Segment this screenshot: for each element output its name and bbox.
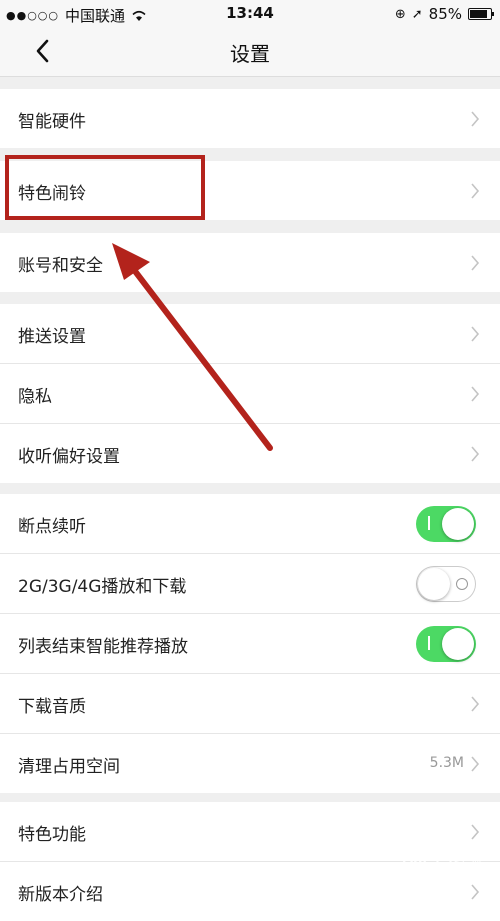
auto-recommend-toggle[interactable] — [416, 626, 476, 662]
row-smart-hardware[interactable]: 智能硬件 — [0, 89, 500, 148]
row-label: 2G/3G/4G播放和下载 — [18, 577, 187, 597]
row-label: 隐私 — [18, 387, 52, 407]
page-title: 设置 — [230, 42, 270, 66]
chevron-right-icon — [471, 183, 480, 199]
status-bar: ●●○○○ 中国联通 13:44 ⊕ ➚ 85% — [0, 0, 500, 28]
row-label: 列表结束智能推荐播放 — [18, 637, 188, 657]
rotation-lock-icon: ⊕ — [394, 6, 406, 22]
row-download-quality[interactable]: 下载音质 — [0, 674, 500, 734]
chevron-right-icon — [471, 255, 480, 271]
chevron-right-icon — [471, 696, 480, 712]
settings-group: 推送设置 隐私 收听偏好设置 — [0, 304, 500, 483]
row-label: 账号和安全 — [18, 256, 103, 276]
settings-group: 账号和安全 — [0, 233, 500, 292]
row-label: 新版本介绍 — [18, 885, 103, 905]
nav-bar: 设置 — [0, 28, 500, 77]
row-auto-recommend: 列表结束智能推荐播放 — [0, 614, 500, 674]
battery-percent: 85% — [428, 5, 462, 23]
row-label: 下载音质 — [18, 697, 86, 717]
row-resume-playback: 断点续听 — [0, 494, 500, 554]
row-label: 特色功能 — [18, 825, 86, 845]
chevron-right-icon — [471, 111, 480, 127]
row-label: 收听偏好设置 — [18, 447, 120, 467]
row-label: 推送设置 — [18, 327, 86, 347]
resume-toggle[interactable] — [416, 506, 476, 542]
svg-text:Bai: Bai — [402, 852, 427, 869]
row-push-settings[interactable]: 推送设置 — [0, 304, 500, 364]
row-mobile-data: 2G/3G/4G播放和下载 — [0, 554, 500, 614]
chevron-right-icon — [471, 824, 480, 840]
chevron-right-icon — [471, 884, 480, 900]
chevron-right-icon — [471, 386, 480, 402]
row-label: 清理占用空间 — [18, 757, 120, 777]
row-clear-storage[interactable]: 清理占用空间 5.3M — [0, 734, 500, 793]
settings-group: 智能硬件 — [0, 89, 500, 148]
row-privacy[interactable]: 隐私 — [0, 364, 500, 424]
svg-text:jingyan.baidu.com: jingyan.baidu.com — [419, 869, 485, 878]
chevron-right-icon — [471, 446, 480, 462]
watermark-logo: Bai 经验 jingyan.baidu.com — [402, 851, 485, 878]
location-icon: ➚ — [411, 6, 423, 22]
svg-text:经验: 经验 — [454, 852, 482, 868]
chevron-right-icon — [471, 326, 480, 342]
row-label: 断点续听 — [18, 517, 86, 537]
row-account-security[interactable]: 账号和安全 — [0, 233, 500, 292]
settings-group: 断点续听 2G/3G/4G播放和下载 列表结束智能推荐播放 下载音质 清理占用空… — [0, 494, 500, 793]
battery-icon — [468, 8, 494, 20]
row-listening-preferences[interactable]: 收听偏好设置 — [0, 424, 500, 483]
row-label: 智能硬件 — [18, 112, 86, 132]
highlight-box — [5, 155, 205, 220]
cache-size-value: 5.3M — [429, 755, 464, 771]
mobile-data-toggle[interactable] — [416, 566, 476, 602]
chevron-right-icon — [471, 756, 480, 772]
